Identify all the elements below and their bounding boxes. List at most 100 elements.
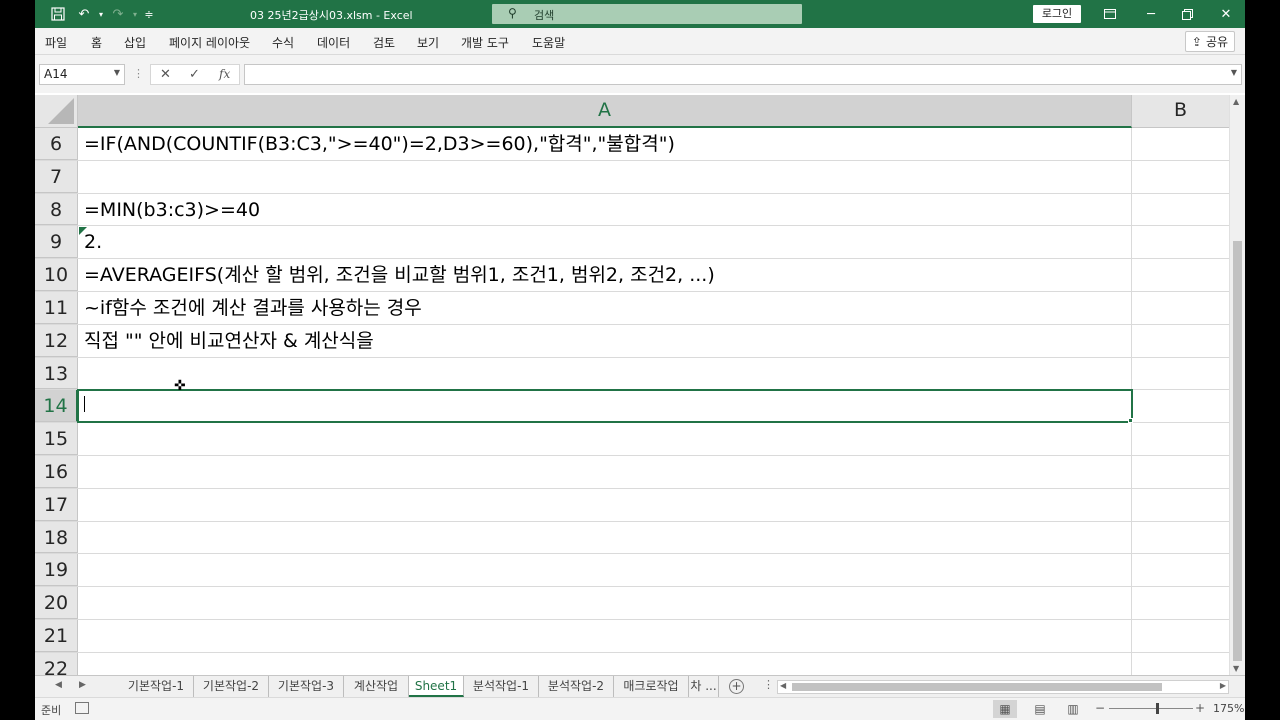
row-header[interactable]: 16 (35, 455, 78, 488)
sheet-tab[interactable]: 기본작업-2 (194, 676, 269, 697)
cell-a[interactable] (78, 521, 1132, 554)
row-header[interactable]: 22 (35, 652, 78, 675)
sheet-tab[interactable]: Sheet1 (409, 676, 464, 697)
row-header[interactable]: 20 (35, 587, 78, 619)
prev-sheet-icon[interactable]: ◀ (55, 680, 62, 690)
cell-a[interactable]: =MIN(b3:c3)>=40 (78, 193, 1132, 226)
sheet-tab[interactable]: 분석작업-1 (464, 676, 539, 697)
error-indicator-icon[interactable] (79, 227, 87, 236)
vertical-scroll-thumb[interactable] (1233, 241, 1242, 661)
cell-b[interactable] (1132, 653, 1229, 675)
cell-b[interactable] (1132, 390, 1229, 422)
tab-review[interactable]: 검토 (373, 34, 395, 51)
row-header[interactable]: 19 (35, 554, 78, 587)
sheet-tab[interactable]: 차 ... (689, 676, 719, 697)
tab-split-icon[interactable]: ⋮ (763, 678, 774, 691)
row-header[interactable]: 17 (35, 488, 78, 521)
share-button[interactable]: ⇪ 공유 (1185, 31, 1235, 52)
cell-a[interactable] (78, 587, 1132, 619)
cell-a[interactable] (78, 554, 1132, 587)
tab-insert[interactable]: 삽입 (124, 34, 146, 51)
cell-a[interactable] (78, 488, 1132, 521)
sheet-tab[interactable]: 기본작업-1 (119, 676, 194, 697)
save-icon[interactable] (47, 4, 69, 24)
tab-data[interactable]: 데이터 (317, 34, 350, 51)
row-header[interactable]: 12 (35, 324, 78, 357)
cell-b[interactable] (1132, 587, 1229, 619)
cell-b[interactable] (1132, 128, 1229, 160)
row-header[interactable]: 6 (35, 128, 78, 160)
scroll-right-icon[interactable]: ▶ (1220, 681, 1226, 690)
cell-a[interactable]: ~if함수 조건에 계산 결과를 사용하는 경우 (78, 291, 1132, 324)
zoom-level[interactable]: 175% (1213, 702, 1244, 715)
row-header[interactable]: 21 (35, 619, 78, 652)
normal-view-icon[interactable]: ▦ (993, 700, 1017, 718)
sheet-tab[interactable]: 기본작업-3 (269, 676, 344, 697)
tab-page-layout[interactable]: 페이지 레이아웃 (169, 34, 250, 51)
cancel-icon[interactable]: ✕ (160, 67, 171, 82)
column-header-a[interactable]: A (78, 95, 1132, 128)
row-header[interactable]: 9 (35, 226, 78, 259)
zoom-slider-thumb[interactable] (1156, 703, 1159, 714)
add-sheet-button[interactable]: + (729, 679, 744, 694)
restore-icon[interactable] (1175, 4, 1199, 24)
sheet-tab[interactable]: 매크로작업 (614, 676, 689, 697)
zoom-in-icon[interactable]: + (1195, 701, 1205, 715)
row-header[interactable]: 10 (35, 259, 78, 291)
cell-a[interactable] (78, 619, 1132, 652)
horizontal-scroll-thumb[interactable] (792, 683, 1162, 691)
zoom-slider[interactable] (1109, 708, 1193, 709)
page-layout-view-icon[interactable]: ▤ (1028, 700, 1052, 718)
cell-b[interactable] (1132, 292, 1229, 324)
column-header-b[interactable]: B (1132, 95, 1229, 128)
cell-a[interactable] (78, 652, 1132, 675)
cell-a[interactable]: =AVERAGEIFS(계산 할 범위, 조건을 비교할 범위1, 조건1, 범… (78, 259, 1132, 291)
select-all-button[interactable] (35, 95, 78, 128)
scroll-left-icon[interactable]: ◀ (780, 681, 786, 690)
cell-a[interactable]: 직접 "" 안에 비교연산자 & 계산식을 (78, 324, 1132, 357)
more-options-icon[interactable]: ⋮ (133, 67, 144, 80)
scroll-down-icon[interactable]: ▼ (1233, 664, 1239, 673)
row-header[interactable]: 11 (35, 291, 78, 324)
cell-a[interactable]: 2. (78, 226, 1132, 259)
tab-file[interactable]: 파일 (45, 34, 67, 51)
close-icon[interactable]: ✕ (1214, 4, 1238, 24)
horizontal-scrollbar[interactable]: ◀ ▶ (777, 680, 1229, 694)
cell-a[interactable] (78, 160, 1132, 193)
cell-a[interactable] (78, 357, 1132, 390)
cell-b[interactable] (1132, 489, 1229, 521)
page-break-preview-icon[interactable]: ▥ (1061, 700, 1085, 718)
cell-a[interactable] (78, 455, 1132, 488)
cell-b[interactable] (1132, 194, 1229, 226)
tab-help[interactable]: 도움말 (532, 34, 565, 51)
formula-input[interactable]: ▼ (244, 64, 1242, 85)
cell-b[interactable] (1132, 522, 1229, 554)
active-cell[interactable] (77, 389, 1133, 424)
row-header[interactable]: 14 (35, 390, 78, 423)
cell-b[interactable] (1132, 620, 1229, 652)
row-header[interactable]: 8 (35, 193, 78, 226)
login-button[interactable]: 로그인 (1033, 5, 1081, 23)
cell-a[interactable]: =IF(AND(COUNTIF(B3:C3,">=40")=2,D3>=60),… (78, 128, 1132, 160)
vertical-scrollbar[interactable]: ▲ ▼ (1229, 95, 1245, 675)
cell-b[interactable] (1132, 325, 1229, 357)
cell-b[interactable] (1132, 358, 1229, 390)
cell-b[interactable] (1132, 226, 1229, 258)
tab-view[interactable]: 보기 (417, 34, 439, 51)
tab-developer[interactable]: 개발 도구 (461, 34, 509, 51)
enter-icon[interactable]: ✓ (189, 67, 200, 82)
cell-b[interactable] (1132, 423, 1229, 455)
name-box[interactable]: A14 ▼ (39, 64, 125, 85)
minimize-icon[interactable]: ─ (1139, 4, 1163, 24)
macro-record-icon[interactable] (75, 702, 89, 714)
tab-home[interactable]: 홈 (91, 34, 102, 51)
row-header[interactable]: 18 (35, 521, 78, 554)
row-header[interactable]: 15 (35, 423, 78, 455)
ribbon-display-options-icon[interactable] (1098, 4, 1122, 24)
customize-toolbar-icon[interactable]: ≑ (138, 4, 160, 24)
zoom-out-icon[interactable]: − (1095, 701, 1105, 715)
insert-function-button[interactable]: fx (219, 67, 230, 81)
expand-formula-bar-icon[interactable]: ▼ (1231, 68, 1237, 77)
next-sheet-icon[interactable]: ▶ (79, 680, 86, 690)
row-header[interactable]: 7 (35, 160, 78, 193)
